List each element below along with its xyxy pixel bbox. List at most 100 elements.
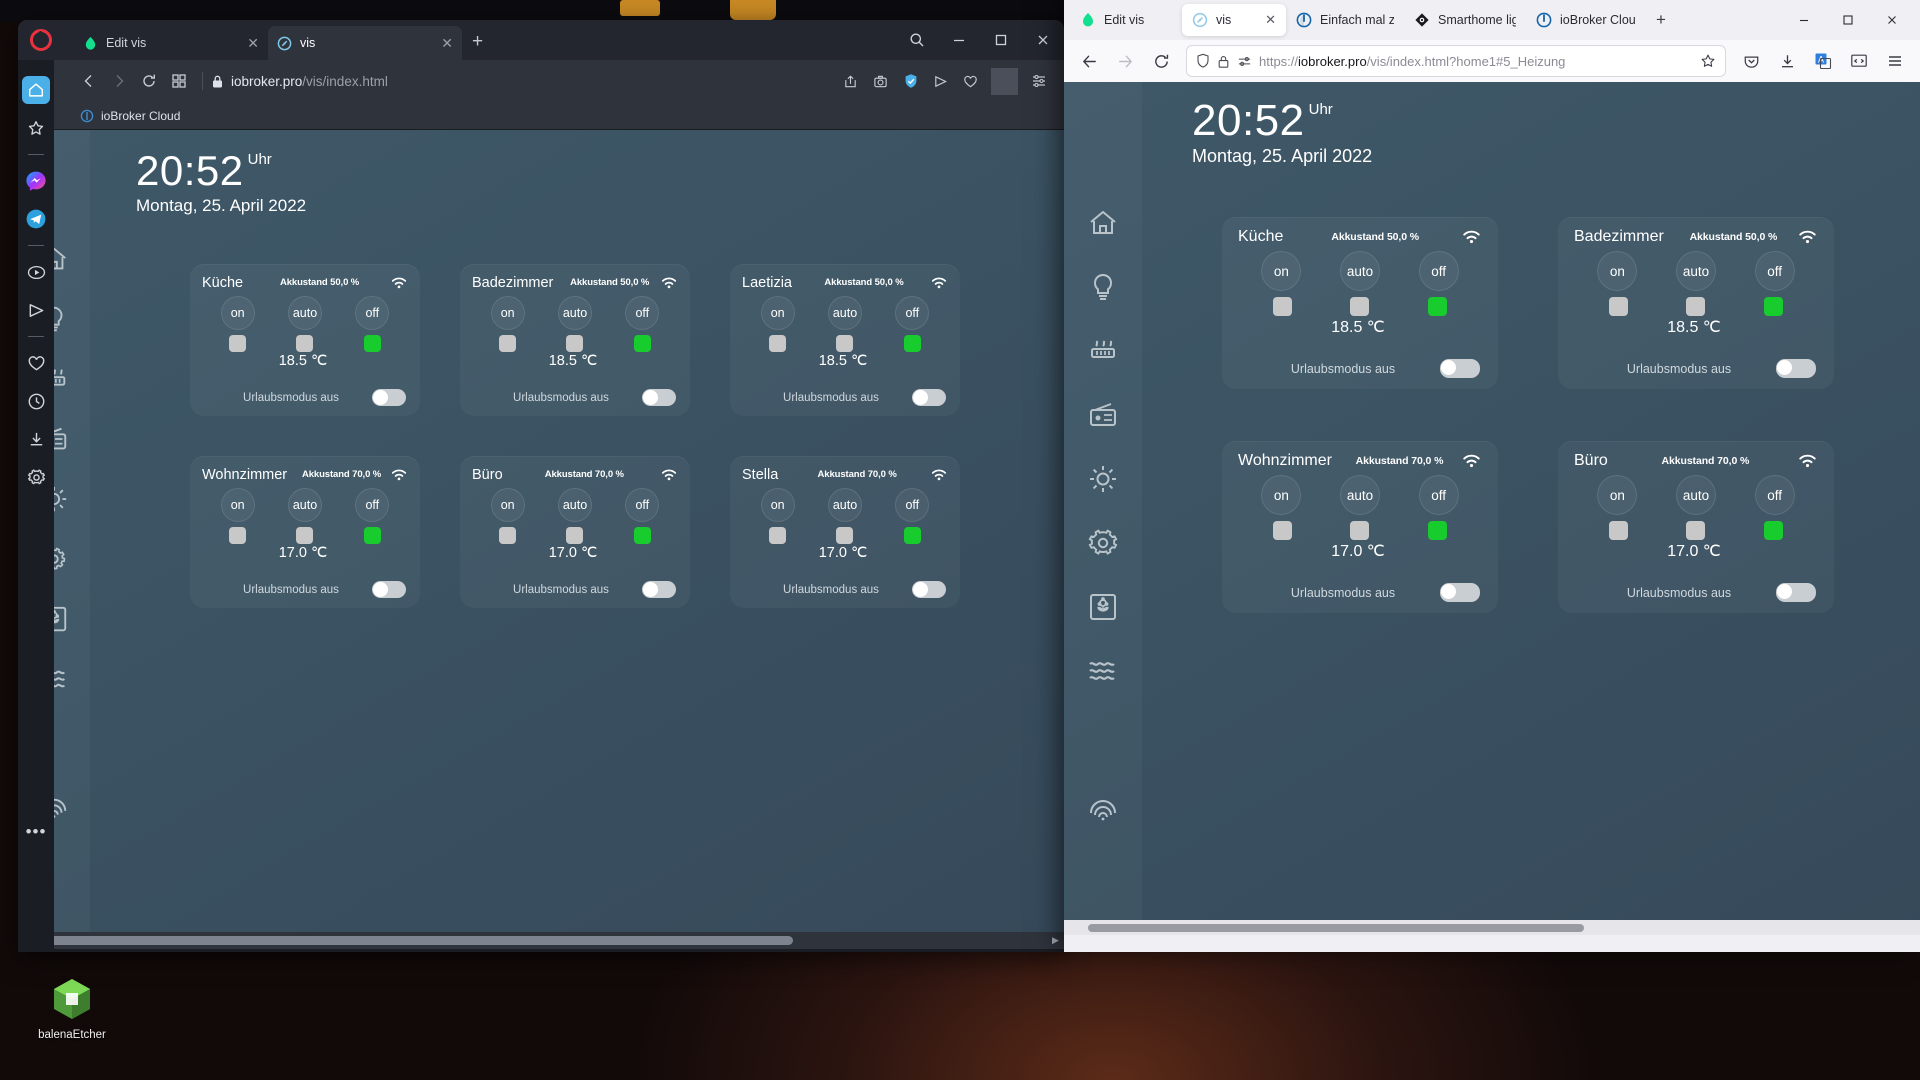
firefox-downloads-button[interactable] bbox=[1770, 45, 1804, 77]
vis-nav-home[interactable] bbox=[1086, 206, 1120, 240]
bookmark-iobroker-cloud[interactable]: ioBroker Cloud bbox=[80, 109, 180, 123]
desktop-icon-balena-etcher[interactable]: balenaEtcher bbox=[26, 975, 118, 1042]
vis-nav-settings[interactable] bbox=[1086, 526, 1120, 560]
vacation-mode-toggle[interactable] bbox=[372, 389, 406, 406]
mode-on-button[interactable]: on bbox=[760, 488, 795, 522]
firefox-forward-button[interactable] bbox=[1108, 45, 1142, 77]
mode-off-button[interactable]: off bbox=[355, 488, 390, 522]
scroll-track[interactable] bbox=[35, 935, 1047, 946]
vis-card-buero-ff[interactable]: Büro Akkustand 70,0 % on auto off 17.0 ℃… bbox=[1558, 441, 1834, 613]
firefox-tab-iobroker-cloud[interactable]: ioBroker Clou bbox=[1526, 4, 1646, 36]
firefox-maximize-button[interactable] bbox=[1826, 0, 1870, 40]
mode-off-button[interactable]: off bbox=[1754, 251, 1795, 291]
opera-horizontal-scrollbar[interactable]: ◀ ▶ bbox=[18, 932, 1064, 949]
vis-card-kueche[interactable]: Küche Akkustand 50,0 % on auto off 18.5 … bbox=[190, 264, 420, 416]
firefox-horizontal-scrollbar[interactable] bbox=[1064, 920, 1920, 935]
mode-auto-button[interactable]: auto bbox=[287, 296, 322, 330]
mode-auto-button[interactable]: auto bbox=[1339, 475, 1380, 515]
mode-auto-button[interactable]: auto bbox=[287, 488, 322, 522]
mode-auto-button[interactable]: auto bbox=[1675, 475, 1716, 515]
mode-on-button[interactable]: on bbox=[1597, 251, 1638, 291]
firefox-devtools-button[interactable] bbox=[1842, 45, 1876, 77]
sidebar-home[interactable] bbox=[22, 76, 50, 104]
opera-search-button[interactable] bbox=[896, 20, 938, 60]
sidebar-telegram[interactable] bbox=[22, 205, 50, 233]
opera-tab-vis-close[interactable]: ✕ bbox=[441, 36, 453, 50]
opera-back-button[interactable] bbox=[74, 66, 104, 96]
firefox-url-bar[interactable]: https://iobroker.pro/vis/index.html?home… bbox=[1186, 45, 1726, 77]
vacation-mode-toggle[interactable] bbox=[372, 581, 406, 598]
opera-tab-bar[interactable]: Edit vis ✕ vis ✕ + bbox=[18, 20, 1064, 60]
sidebar-settings[interactable] bbox=[22, 463, 50, 491]
mode-off-button[interactable]: off bbox=[625, 296, 660, 330]
vis-nav-water[interactable] bbox=[1086, 654, 1120, 688]
sidebar-downloads[interactable] bbox=[22, 425, 50, 453]
mode-on-button[interactable]: on bbox=[1261, 251, 1302, 291]
mode-on-button[interactable]: on bbox=[760, 296, 795, 330]
mode-auto-button[interactable]: auto bbox=[557, 488, 592, 522]
scroll-right-arrow[interactable]: ▶ bbox=[1047, 935, 1064, 946]
vacation-mode-toggle[interactable] bbox=[1440, 359, 1480, 378]
vacation-mode-toggle[interactable] bbox=[912, 389, 946, 406]
vacation-mode-toggle[interactable] bbox=[1776, 359, 1816, 378]
vis-nav-light[interactable] bbox=[1086, 270, 1120, 304]
mode-auto-button[interactable]: auto bbox=[827, 296, 862, 330]
firefox-tab-vis-close[interactable]: ✕ bbox=[1265, 12, 1276, 28]
opera-sidebar[interactable]: ••• bbox=[18, 60, 54, 952]
opera-close-button[interactable] bbox=[1022, 20, 1064, 60]
vis-card-kueche-ff[interactable]: Küche Akkustand 50,0 % on auto off 18.5 … bbox=[1222, 217, 1498, 389]
firefox-minimize-button[interactable] bbox=[1782, 0, 1826, 40]
vacation-mode-toggle[interactable] bbox=[642, 581, 676, 598]
sidebar-more-button[interactable]: ••• bbox=[26, 822, 47, 842]
opera-tab-edit-vis[interactable]: Edit vis ✕ bbox=[74, 26, 268, 60]
opera-tab-grid-button[interactable] bbox=[164, 66, 194, 96]
vis-card-buero[interactable]: Büro Akkustand 70,0 % on auto off 17.0 ℃… bbox=[460, 456, 690, 608]
opera-heart-button[interactable] bbox=[957, 68, 984, 95]
mode-off-button[interactable]: off bbox=[1418, 475, 1459, 515]
vis-card-wohnzimmer[interactable]: Wohnzimmer Akkustand 70,0 % on auto off bbox=[190, 456, 420, 608]
opera-address-bar[interactable]: iobroker.pro/vis/index.html bbox=[18, 60, 1064, 102]
mode-auto-button[interactable]: auto bbox=[1675, 251, 1716, 291]
scroll-thumb[interactable] bbox=[1088, 924, 1584, 932]
mode-off-button[interactable]: off bbox=[895, 488, 930, 522]
vis-card-badezimmer[interactable]: Badezimmer Akkustand 50,0 % on auto off bbox=[460, 264, 690, 416]
firefox-tab-vis[interactable]: vis ✕ bbox=[1182, 4, 1286, 36]
vis-card-badezimmer-ff[interactable]: Badezimmer Akkustand 50,0 % on auto off bbox=[1558, 217, 1834, 389]
firefox-back-button[interactable] bbox=[1072, 45, 1106, 77]
mode-auto-button[interactable]: auto bbox=[557, 296, 592, 330]
firefox-tab-edit-vis[interactable]: Edit vis bbox=[1070, 4, 1182, 36]
vis-nav-brightness[interactable] bbox=[1086, 462, 1120, 496]
firefox-translate-button[interactable]: A bbox=[1806, 45, 1840, 77]
vis-card-wohnzimmer-ff[interactable]: Wohnzimmer Akkustand 70,0 % on auto off bbox=[1222, 441, 1498, 613]
opera-url-text[interactable]: iobroker.pro/vis/index.html bbox=[211, 74, 837, 89]
vis-nav-garden[interactable] bbox=[1086, 590, 1120, 624]
mode-on-button[interactable]: on bbox=[490, 488, 525, 522]
vis-nav-sensor[interactable] bbox=[1086, 794, 1120, 828]
firefox-tab-smarthome[interactable]: Smarthome lig bbox=[1404, 4, 1526, 36]
vacation-mode-toggle[interactable] bbox=[912, 581, 946, 598]
firefox-tab-einfach-mal[interactable]: Einfach mal ze bbox=[1286, 4, 1404, 36]
firefox-pocket-button[interactable] bbox=[1734, 45, 1768, 77]
sidebar-pinboards[interactable] bbox=[22, 349, 50, 377]
mode-off-button[interactable]: off bbox=[1418, 251, 1459, 291]
vis-card-stella[interactable]: Stella Akkustand 70,0 % on auto off 17.0… bbox=[730, 456, 960, 608]
opera-send-button[interactable] bbox=[927, 68, 954, 95]
mode-auto-button[interactable]: auto bbox=[1339, 251, 1380, 291]
mode-on-button[interactable]: on bbox=[1597, 475, 1638, 515]
mode-on-button[interactable]: on bbox=[490, 296, 525, 330]
opera-bookmarks-bar[interactable]: ioBroker Cloud bbox=[18, 102, 1064, 130]
vis-side-nav-firefox[interactable] bbox=[1064, 82, 1142, 935]
mode-off-button[interactable]: off bbox=[355, 296, 390, 330]
firefox-window[interactable]: Edit vis vis ✕ Einfach mal ze Smarthome … bbox=[1064, 0, 1920, 952]
scroll-thumb[interactable] bbox=[37, 936, 793, 945]
mode-on-button[interactable]: on bbox=[220, 296, 255, 330]
firefox-new-tab-button[interactable]: + bbox=[1646, 10, 1676, 30]
opera-tab-edit-vis-close[interactable]: ✕ bbox=[247, 36, 259, 50]
opera-shield-button[interactable] bbox=[897, 68, 924, 95]
vacation-mode-toggle[interactable] bbox=[1776, 583, 1816, 602]
firefox-nav-bar[interactable]: https://iobroker.pro/vis/index.html?home… bbox=[1064, 40, 1920, 82]
opera-tab-vis[interactable]: vis ✕ bbox=[268, 26, 462, 60]
opera-snapshot-button[interactable] bbox=[867, 68, 894, 95]
opera-menu-button[interactable] bbox=[1025, 68, 1052, 95]
mode-off-button[interactable]: off bbox=[895, 296, 930, 330]
